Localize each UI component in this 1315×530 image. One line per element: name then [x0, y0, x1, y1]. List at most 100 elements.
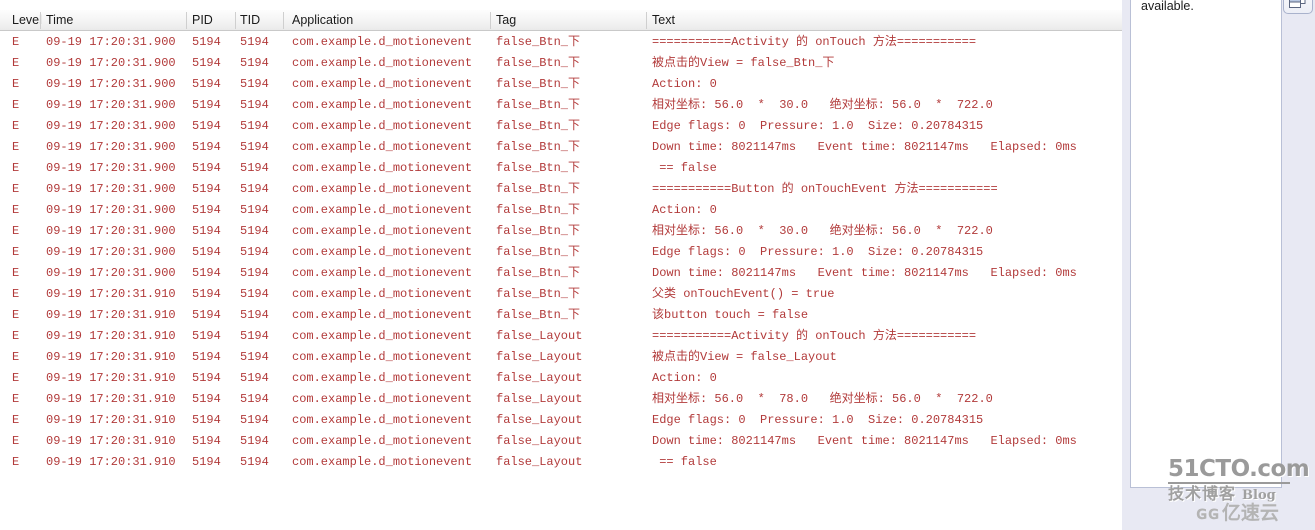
cell-time: 09-19 17:20:31.900	[46, 245, 176, 259]
table-row[interactable]: E 09-19 17:20:31.900 5194 5194 com.example.d…	[0, 116, 1122, 137]
cell-text: ===========Activity 的 onTouch 方法========…	[652, 329, 977, 343]
column-header-tid[interactable]: TID	[234, 10, 260, 30]
cell-tid: 5194	[240, 350, 269, 364]
cell-application: com.example.d_motionevent	[292, 182, 473, 196]
column-resize-handle[interactable]	[283, 12, 284, 29]
cell-level: E	[12, 161, 20, 175]
column-header-pid[interactable]: PID	[186, 10, 213, 30]
cell-pid: 5194	[192, 119, 221, 133]
cell-tid: 5194	[240, 308, 269, 322]
table-row[interactable]: E 09-19 17:20:31.900 5194 5194 com.example.d…	[0, 263, 1122, 284]
table-row[interactable]: E 09-19 17:20:31.910 5194 5194 com.example.d…	[0, 410, 1122, 431]
cell-tid: 5194	[240, 98, 269, 112]
cell-tid: 5194	[240, 266, 269, 280]
cell-level: E	[12, 413, 20, 427]
column-resize-handle[interactable]	[235, 12, 236, 29]
cell-tid: 5194	[240, 161, 269, 175]
cell-pid: 5194	[192, 98, 221, 112]
cell-text: Edge flags: 0 Pressure: 1.0 Size: 0.2078…	[652, 119, 984, 133]
cell-time: 09-19 17:20:31.900	[46, 56, 176, 70]
cell-pid: 5194	[192, 413, 221, 427]
cell-text: 相对坐标: 56.0 * 30.0 绝对坐标: 56.0 * 722.0	[652, 98, 993, 112]
cell-text: == false	[652, 161, 717, 175]
cell-text: ===========Button 的 onTouchEvent 方法=====…	[652, 182, 998, 196]
cell-level: E	[12, 182, 20, 196]
table-row[interactable]: E 09-19 17:20:31.910 5194 5194 com.example.d…	[0, 347, 1122, 368]
cell-tag: false_Btn_下	[496, 56, 581, 70]
cell-pid: 5194	[192, 140, 221, 154]
column-header-level[interactable]: Level	[6, 10, 42, 30]
column-header-time[interactable]: Time	[40, 10, 73, 30]
cell-application: com.example.d_motionevent	[292, 434, 473, 448]
cell-application: com.example.d_motionevent	[292, 119, 473, 133]
column-resize-handle[interactable]	[646, 12, 647, 29]
cell-pid: 5194	[192, 56, 221, 70]
table-row[interactable]: E 09-19 17:20:31.900 5194 5194 com.example.d…	[0, 95, 1122, 116]
cell-tid: 5194	[240, 224, 269, 238]
cell-tag: false_Btn_下	[496, 35, 581, 49]
table-row[interactable]: E 09-19 17:20:31.900 5194 5194 com.example.d…	[0, 221, 1122, 242]
column-header-text[interactable]: Text	[646, 10, 675, 30]
column-resize-handle[interactable]	[490, 12, 491, 29]
cell-level: E	[12, 98, 20, 112]
cell-text: ===========Activity 的 onTouch 方法========…	[652, 35, 977, 49]
column-resize-handle[interactable]	[186, 12, 187, 29]
cell-pid: 5194	[192, 245, 221, 259]
table-row[interactable]: E 09-19 17:20:31.900 5194 5194 com.example.d…	[0, 179, 1122, 200]
cell-pid: 5194	[192, 203, 221, 217]
right-side-panel: available.	[1122, 0, 1315, 530]
cell-tag: false_Btn_下	[496, 140, 581, 154]
cell-pid: 5194	[192, 287, 221, 301]
cell-tag: false_Btn_下	[496, 308, 581, 322]
table-row[interactable]: E 09-19 17:20:31.910 5194 5194 com.example.d…	[0, 452, 1122, 473]
table-row[interactable]: E 09-19 17:20:31.900 5194 5194 com.example.d…	[0, 53, 1122, 74]
table-row[interactable]: E 09-19 17:20:31.900 5194 5194 com.example.d…	[0, 242, 1122, 263]
cell-text: 该button touch = false	[652, 308, 809, 322]
table-row[interactable]: E 09-19 17:20:31.900 5194 5194 com.example.d…	[0, 74, 1122, 95]
cell-text: Down time: 8021147ms Event time: 8021147…	[652, 434, 1077, 448]
cell-tag: false_Btn_下	[496, 224, 581, 238]
cell-tag: false_Layout	[496, 455, 583, 469]
cell-time: 09-19 17:20:31.900	[46, 140, 176, 154]
column-resize-handle[interactable]	[40, 12, 41, 29]
table-row[interactable]: E 09-19 17:20:31.910 5194 5194 com.example.d…	[0, 431, 1122, 452]
column-header-tag[interactable]: Tag	[490, 10, 516, 30]
window-restore-button[interactable]	[1283, 0, 1313, 14]
cell-time: 09-19 17:20:31.910	[46, 287, 176, 301]
cell-time: 09-19 17:20:31.910	[46, 392, 176, 406]
table-row[interactable]: E 09-19 17:20:31.910 5194 5194 com.example.d…	[0, 284, 1122, 305]
cell-application: com.example.d_motionevent	[292, 77, 473, 91]
cell-time: 09-19 17:20:31.900	[46, 224, 176, 238]
table-row[interactable]: E 09-19 17:20:31.910 5194 5194 com.example.d…	[0, 368, 1122, 389]
cell-tag: false_Btn_下	[496, 287, 581, 301]
cell-tag: false_Btn_下	[496, 119, 581, 133]
cell-text: Edge flags: 0 Pressure: 1.0 Size: 0.2078…	[652, 245, 984, 259]
table-row[interactable]: E 09-19 17:20:31.900 5194 5194 com.example.d…	[0, 200, 1122, 221]
cell-text: 相对坐标: 56.0 * 30.0 绝对坐标: 56.0 * 722.0	[652, 224, 993, 238]
cell-tag: false_Layout	[496, 392, 583, 406]
column-header-application[interactable]: Application	[286, 10, 353, 30]
cell-pid: 5194	[192, 392, 221, 406]
table-row[interactable]: E 09-19 17:20:31.900 5194 5194 com.example.d…	[0, 32, 1122, 53]
cell-pid: 5194	[192, 308, 221, 322]
table-row[interactable]: E 09-19 17:20:31.900 5194 5194 com.example.d…	[0, 137, 1122, 158]
cell-text: Action: 0	[652, 371, 717, 385]
table-row[interactable]: E 09-19 17:20:31.910 5194 5194 com.example.d…	[0, 326, 1122, 347]
cell-level: E	[12, 266, 20, 280]
cell-application: com.example.d_motionevent	[292, 35, 473, 49]
cell-level: E	[12, 119, 20, 133]
logcat-panel: Level Time PID TID Application Tag Text E 09-19…	[0, 0, 1122, 530]
cell-application: com.example.d_motionevent	[292, 161, 473, 175]
table-row[interactable]: E 09-19 17:20:31.900 5194 5194 com.example.d…	[0, 158, 1122, 179]
cell-application: com.example.d_motionevent	[292, 203, 473, 217]
logcat-table-body[interactable]: E 09-19 17:20:31.900 5194 5194 com.example.d…	[0, 32, 1122, 530]
cell-tag: false_Btn_下	[496, 266, 581, 280]
table-row[interactable]: E 09-19 17:20:31.910 5194 5194 com.example.d…	[0, 389, 1122, 410]
cell-application: com.example.d_motionevent	[292, 350, 473, 364]
cell-text: Down time: 8021147ms Event time: 8021147…	[652, 266, 1077, 280]
cell-tid: 5194	[240, 287, 269, 301]
cell-level: E	[12, 434, 20, 448]
cell-text: Down time: 8021147ms Event time: 8021147…	[652, 140, 1077, 154]
table-row[interactable]: E 09-19 17:20:31.910 5194 5194 com.example.d…	[0, 305, 1122, 326]
cell-tid: 5194	[240, 140, 269, 154]
